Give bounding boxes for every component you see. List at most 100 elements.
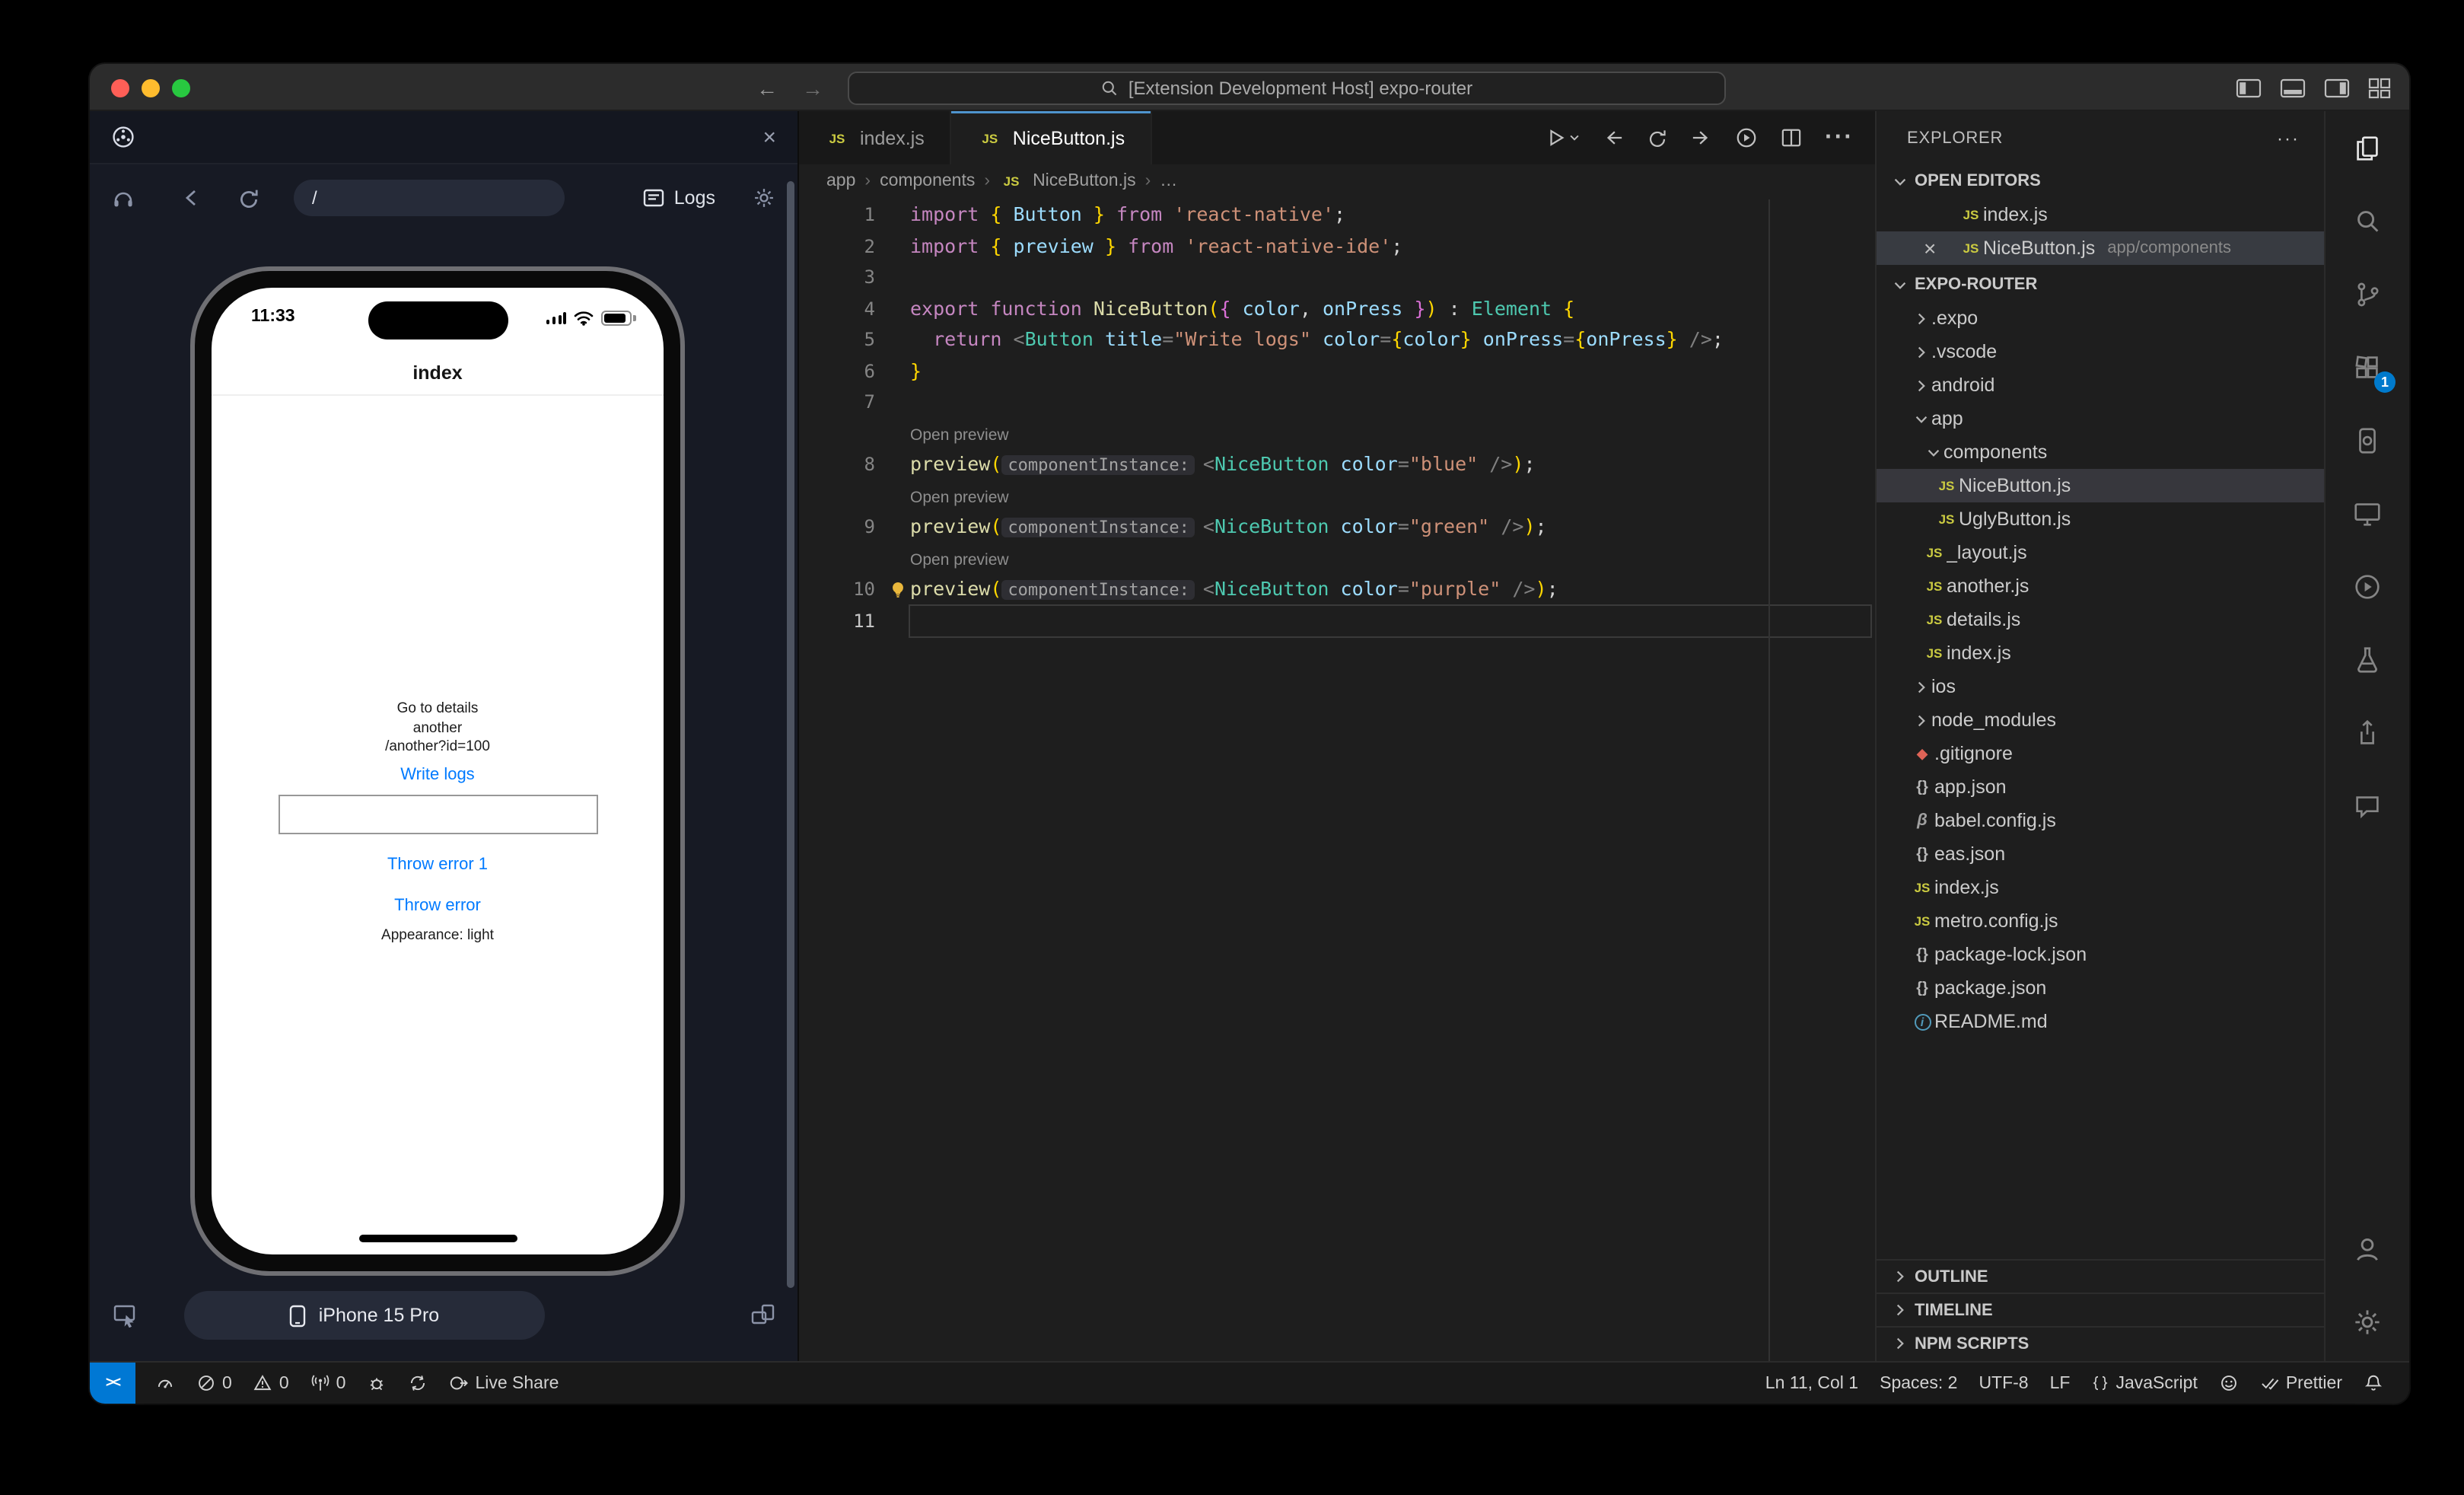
settings-gear-icon[interactable] bbox=[752, 186, 776, 210]
activity-remote-explorer[interactable] bbox=[2326, 477, 2409, 550]
device-selector-button[interactable]: iPhone 15 Pro bbox=[184, 1291, 545, 1340]
close-window-button[interactable] bbox=[111, 78, 129, 97]
tree-folder-ios[interactable]: ios bbox=[1877, 670, 2324, 703]
tree-file-eas.json[interactable]: {}eas.json bbox=[1877, 837, 2324, 871]
go-to-details-link[interactable]: Go to details bbox=[212, 700, 664, 717]
throw-error-button[interactable]: Throw error bbox=[212, 897, 664, 915]
project-root-header[interactable]: EXPO-ROUTER bbox=[1877, 268, 2324, 301]
activity-settings[interactable] bbox=[2326, 1285, 2409, 1358]
route-url-field[interactable]: / bbox=[294, 180, 565, 216]
status-feedback[interactable] bbox=[2208, 1363, 2249, 1404]
nav-back-button[interactable] bbox=[1603, 128, 1624, 148]
minimize-window-button[interactable] bbox=[142, 78, 160, 97]
write-logs-button[interactable]: Write logs bbox=[212, 766, 664, 784]
activity-source-control[interactable] bbox=[2326, 257, 2409, 330]
zoom-window-button[interactable] bbox=[172, 78, 190, 97]
breadcrumb-item[interactable]: app bbox=[826, 172, 855, 190]
status-live-share[interactable]: Live Share bbox=[438, 1363, 569, 1404]
another-id-link[interactable]: /another?id=100 bbox=[212, 738, 664, 755]
app-screen[interactable]: 11:33 index Go to details another /anoth… bbox=[212, 288, 664, 1254]
status-formatter[interactable]: Prettier bbox=[2249, 1363, 2353, 1404]
tree-folder-app[interactable]: app bbox=[1877, 402, 2324, 435]
headset-icon[interactable] bbox=[111, 186, 135, 209]
status-debug[interactable] bbox=[356, 1363, 397, 1404]
toggle-primary-sidebar-button[interactable] bbox=[2236, 77, 2262, 98]
open-preview-codelens[interactable]: Open preview bbox=[910, 550, 1009, 569]
tree-file-another.js[interactable]: JSanother.js bbox=[1877, 569, 2324, 603]
tree-folder-components[interactable]: components bbox=[1877, 435, 2324, 469]
toggle-secondary-sidebar-button[interactable] bbox=[2324, 77, 2350, 98]
tree-folder-android[interactable]: android bbox=[1877, 368, 2324, 402]
open-preview-codelens[interactable]: Open preview bbox=[910, 426, 1009, 444]
run-button[interactable] bbox=[1546, 128, 1580, 148]
close-icon[interactable]: × bbox=[762, 126, 776, 148]
breadcrumb-item[interactable]: … bbox=[1160, 172, 1177, 190]
code-editor[interactable]: 1import { Button } from 'react-native';2… bbox=[799, 198, 1875, 1361]
status-remote[interactable]: >< bbox=[90, 1363, 135, 1404]
activity-explorer[interactable] bbox=[2326, 111, 2409, 184]
open-editor-item[interactable]: JSindex.js bbox=[1877, 198, 2324, 231]
tree-file-_layout.js[interactable]: JS_layout.js bbox=[1877, 536, 2324, 569]
run-circle-button[interactable] bbox=[1735, 126, 1758, 149]
tree-folder-.vscode[interactable]: .vscode bbox=[1877, 335, 2324, 368]
split-editor-button[interactable] bbox=[1781, 128, 1802, 148]
activity-search[interactable] bbox=[2326, 184, 2409, 257]
panel-scrollbar[interactable] bbox=[787, 181, 794, 1288]
tree-file-README.md[interactable]: iREADME.md bbox=[1877, 1005, 2324, 1038]
status-indentation[interactable]: Spaces: 2 bbox=[1869, 1363, 1968, 1404]
status-profiler[interactable] bbox=[145, 1363, 186, 1404]
nav-forward-button[interactable] bbox=[1691, 128, 1712, 148]
tab-index.js[interactable]: JSindex.js bbox=[799, 111, 952, 164]
activity-accounts[interactable] bbox=[2326, 1212, 2409, 1285]
text-input[interactable] bbox=[278, 795, 597, 834]
tree-folder-.expo[interactable]: .expo bbox=[1877, 301, 2324, 335]
lightbulb-icon[interactable] bbox=[889, 579, 907, 610]
tree-file-babel.config.js[interactable]: βbabel.config.js bbox=[1877, 804, 2324, 837]
open-editor-item[interactable]: ×JSNiceButton.jsapp/components bbox=[1877, 231, 2324, 265]
tree-file-index.js[interactable]: JSindex.js bbox=[1877, 636, 2324, 670]
status-language[interactable]: JavaScript bbox=[2080, 1363, 2208, 1404]
status-cursor-position[interactable]: Ln 11, Col 1 bbox=[1755, 1363, 1869, 1404]
activity-run[interactable] bbox=[2326, 550, 2409, 623]
status-encoding[interactable]: UTF-8 bbox=[1968, 1363, 2039, 1404]
throw-error-1-button[interactable]: Throw error 1 bbox=[212, 856, 664, 874]
another-link[interactable]: another bbox=[212, 720, 664, 737]
activity-comments[interactable] bbox=[2326, 769, 2409, 842]
open-preview-codelens[interactable]: Open preview bbox=[910, 488, 1009, 506]
section-npm-scripts[interactable]: NPM SCRIPTS bbox=[1877, 1326, 2324, 1360]
close-icon[interactable]: × bbox=[1924, 237, 1936, 259]
activity-radon-ide[interactable] bbox=[2326, 403, 2409, 477]
breadcrumb-item[interactable]: NiceButton.js bbox=[1033, 172, 1136, 190]
tree-file-package.json[interactable]: {}package.json bbox=[1877, 971, 2324, 1005]
inspect-element-icon[interactable] bbox=[113, 1303, 138, 1335]
status-notifications[interactable] bbox=[2353, 1363, 2394, 1404]
toggle-panel-button[interactable] bbox=[2280, 77, 2306, 98]
refresh-button[interactable] bbox=[1647, 127, 1668, 148]
more-actions-button[interactable]: ··· bbox=[1825, 124, 1854, 151]
status-errors[interactable]: 0 bbox=[186, 1363, 243, 1404]
activity-live-share[interactable] bbox=[2326, 696, 2409, 769]
history-forward-button[interactable]: → bbox=[802, 75, 823, 100]
activity-extensions[interactable]: 1 bbox=[2326, 330, 2409, 403]
open-editors-header[interactable]: OPEN EDITORS bbox=[1877, 164, 2324, 198]
tree-file-package-lock.json[interactable]: {}package-lock.json bbox=[1877, 938, 2324, 971]
tree-file-metro.config.js[interactable]: JSmetro.config.js bbox=[1877, 904, 2324, 938]
status-eol[interactable]: LF bbox=[2039, 1363, 2081, 1404]
tree-file-NiceButton.js[interactable]: JSNiceButton.js bbox=[1877, 469, 2324, 502]
history-back-button[interactable]: ← bbox=[756, 75, 778, 100]
tree-file-index.js[interactable]: JSindex.js bbox=[1877, 871, 2324, 904]
back-button[interactable] bbox=[181, 187, 204, 209]
command-center[interactable]: [Extension Development Host] expo-router bbox=[848, 71, 1726, 104]
customize-layout-button[interactable] bbox=[2368, 77, 2391, 98]
status-sync[interactable] bbox=[397, 1363, 438, 1404]
reload-button[interactable] bbox=[237, 186, 260, 209]
radon-ide-icon[interactable] bbox=[111, 125, 135, 149]
tree-file-app.json[interactable]: {}app.json bbox=[1877, 770, 2324, 804]
tree-file-.gitignore[interactable]: ◆.gitignore bbox=[1877, 737, 2324, 770]
manage-devices-icon[interactable] bbox=[750, 1303, 776, 1334]
logs-button[interactable]: Logs bbox=[642, 187, 715, 209]
section-timeline[interactable]: TIMELINE bbox=[1877, 1293, 2324, 1326]
status-warnings[interactable]: 0 bbox=[243, 1363, 300, 1404]
activity-testing[interactable] bbox=[2326, 623, 2409, 696]
section-outline[interactable]: OUTLINE bbox=[1877, 1259, 2324, 1293]
